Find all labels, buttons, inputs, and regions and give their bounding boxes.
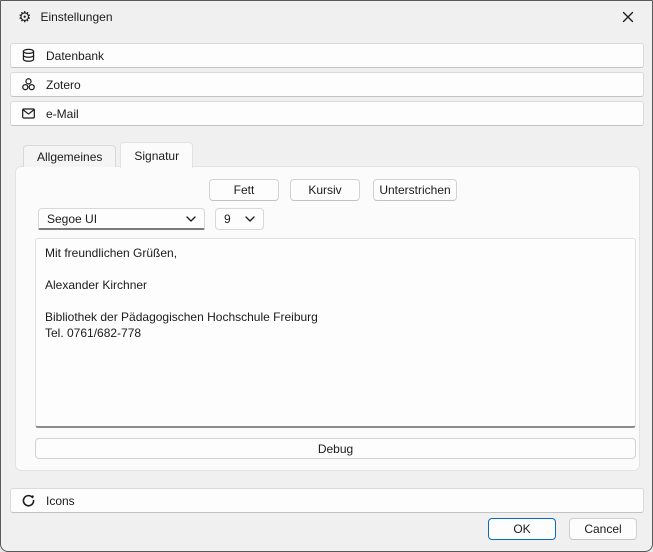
- database-icon: [21, 48, 36, 63]
- signature-textarea[interactable]: Mit freundlichen Grüßen, Alexander Kirch…: [35, 238, 636, 428]
- italic-button[interactable]: Kursiv: [290, 179, 360, 201]
- tab-strip: Allgemeines Signatur: [23, 141, 193, 167]
- underline-button[interactable]: Unterstrichen: [373, 179, 457, 201]
- debug-button[interactable]: Debug: [35, 438, 636, 459]
- accordion-header-icons[interactable]: Icons: [10, 488, 644, 513]
- ok-button[interactable]: OK: [488, 518, 556, 540]
- gear-icon: ⚙: [18, 10, 31, 25]
- zotero-knot-icon: [21, 77, 36, 92]
- chevron-down-icon: [245, 216, 255, 222]
- titlebar: ⚙ Einstellungen: [1, 1, 652, 33]
- accordion-header-datenbank[interactable]: Datenbank: [10, 43, 644, 68]
- accordion-label: Zotero: [46, 78, 81, 92]
- font-size-value: 9: [224, 212, 231, 226]
- tab-signatur[interactable]: Signatur: [120, 142, 193, 168]
- settings-dialog: ⚙ Einstellungen Datenbank Zotero e-Mail …: [0, 0, 653, 552]
- accordion-label: Icons: [46, 494, 75, 508]
- cancel-button[interactable]: Cancel: [569, 518, 637, 540]
- signatur-panel: Fett Kursiv Unterstrichen Segoe UI 9 Mit…: [15, 166, 640, 471]
- tab-label: Signatur: [134, 149, 179, 163]
- font-select[interactable]: Segoe UI: [38, 208, 205, 230]
- accordion-label: e-Mail: [46, 107, 79, 121]
- close-button[interactable]: [613, 6, 643, 28]
- bold-button[interactable]: Fett: [209, 179, 279, 201]
- font-select-value: Segoe UI: [47, 212, 97, 226]
- accordion-label: Datenbank: [46, 49, 104, 63]
- close-icon: [622, 11, 634, 23]
- accordion-header-zotero[interactable]: Zotero: [10, 72, 644, 97]
- tab-label: Allgemeines: [37, 150, 102, 164]
- tab-allgemeines[interactable]: Allgemeines: [23, 145, 116, 167]
- accordion-header-email[interactable]: e-Mail: [10, 101, 644, 126]
- refresh-icon: [21, 493, 36, 508]
- window-title: Einstellungen: [40, 10, 112, 24]
- envelope-icon: [21, 106, 36, 121]
- chevron-down-icon: [186, 216, 196, 222]
- font-size-select[interactable]: 9: [215, 208, 264, 230]
